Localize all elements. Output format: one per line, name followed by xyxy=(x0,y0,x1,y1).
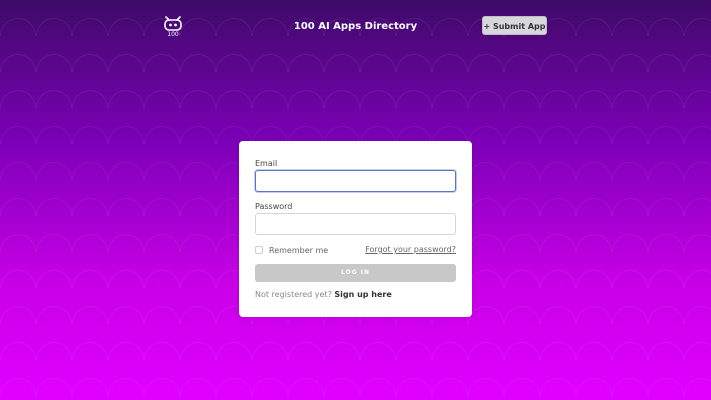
site-header: 100 100 AI Apps Directory + Submit App xyxy=(0,0,711,54)
remember-me-label[interactable]: Remember me xyxy=(269,246,328,255)
logo-text: 100 xyxy=(167,31,179,38)
forgot-password-link[interactable]: Forgot your password? xyxy=(365,245,456,254)
login-card: Email Password Remember me Forgot your p… xyxy=(239,141,472,317)
not-registered-text: Not registered yet? xyxy=(255,290,332,299)
page-title: 100 AI Apps Directory xyxy=(293,21,418,32)
signup-row: Not registered yet? Sign up here xyxy=(255,290,392,299)
submit-app-button[interactable]: + Submit App xyxy=(482,16,547,35)
login-button[interactable]: LOG IN xyxy=(255,264,456,282)
remember-me-checkbox[interactable] xyxy=(255,246,263,254)
robot-icon[interactable]: 100 xyxy=(162,16,184,40)
signup-link[interactable]: Sign up here xyxy=(334,290,391,299)
email-input[interactable] xyxy=(255,170,456,192)
password-label: Password xyxy=(255,202,293,211)
password-input[interactable] xyxy=(255,213,456,235)
email-label: Email xyxy=(255,159,278,168)
remember-me-row[interactable]: Remember me xyxy=(255,244,328,256)
